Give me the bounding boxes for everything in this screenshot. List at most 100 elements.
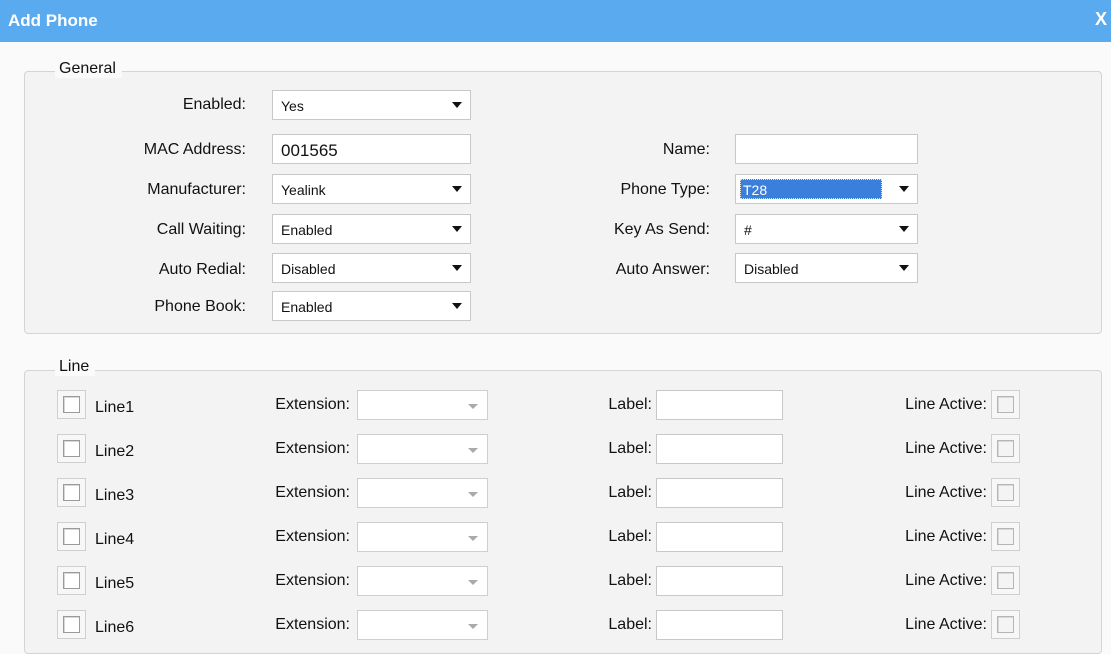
line-name-label: Line3 (95, 487, 135, 504)
auto-answer-label: Auto Answer: (615, 261, 710, 278)
label-label: Label: (608, 484, 652, 501)
label-label: Label: (608, 572, 652, 589)
dropdown-arrow-icon (899, 226, 909, 232)
auto-answer-select[interactable]: Disabled (735, 253, 918, 283)
phone-type-value: T28 (740, 179, 882, 199)
line-active-checkbox[interactable] (997, 616, 1014, 633)
line-name-label: Line6 (95, 619, 135, 636)
line-active-label: Line Active: (905, 572, 987, 589)
line-active-checkbox[interactable] (997, 572, 1014, 589)
manufacturer-select[interactable]: Yealink (272, 174, 471, 204)
extension-select[interactable] (357, 566, 488, 596)
line-enable-checkbox-wrap (57, 610, 86, 639)
line-active-label: Line Active: (905, 528, 987, 545)
line-active-checkbox-wrap (991, 610, 1020, 639)
line-active-label: Line Active: (905, 484, 987, 501)
line-enable-checkbox[interactable] (63, 484, 80, 501)
label-label: Label: (608, 440, 652, 457)
auto-redial-label: Auto Redial: (158, 261, 246, 278)
enabled-select[interactable]: Yes (272, 90, 471, 120)
manufacturer-label: Manufacturer: (147, 181, 246, 198)
line-label-field[interactable] (656, 434, 783, 464)
line-name-label: Line1 (95, 399, 135, 416)
name-label: Name: (662, 141, 710, 158)
line-active-checkbox-wrap (991, 566, 1020, 595)
dropdown-arrow-icon (468, 580, 478, 585)
line-active-checkbox[interactable] (997, 440, 1014, 457)
key-as-send-value: # (744, 222, 752, 238)
auto-redial-value: Disabled (281, 261, 336, 277)
dropdown-arrow-icon (452, 265, 462, 271)
extension-select[interactable] (357, 610, 488, 640)
mac-address-label: MAC Address: (143, 141, 246, 158)
line-enable-checkbox-wrap (57, 566, 86, 595)
mac-address-value: 001565 (281, 141, 338, 160)
extension-label: Extension: (275, 616, 350, 633)
label-label: Label: (608, 528, 652, 545)
mac-address-field[interactable]: 001565 (272, 134, 471, 164)
call-waiting-select[interactable]: Enabled (272, 214, 471, 244)
general-legend: General (55, 60, 122, 78)
key-as-send-label: Key As Send: (613, 221, 710, 238)
line-enable-checkbox[interactable] (63, 440, 80, 457)
extension-label: Extension: (275, 440, 350, 457)
line-label-field[interactable] (656, 390, 783, 420)
line-active-checkbox-wrap (991, 434, 1020, 463)
line-label-field[interactable] (656, 478, 783, 508)
line-active-label: Line Active: (905, 440, 987, 457)
extension-select[interactable] (357, 478, 488, 508)
line-active-label: Line Active: (905, 616, 987, 633)
dropdown-arrow-icon (899, 186, 909, 192)
line-active-checkbox-wrap (991, 390, 1020, 419)
line-active-checkbox-wrap (991, 522, 1020, 551)
line-name-label: Line5 (95, 575, 135, 592)
enabled-label: Enabled: (182, 96, 246, 113)
line-name-label: Line2 (95, 443, 135, 460)
line-label-field[interactable] (656, 522, 783, 552)
line-active-checkbox[interactable] (997, 528, 1014, 545)
auto-redial-select[interactable]: Disabled (272, 253, 471, 283)
manufacturer-value: Yealink (281, 182, 326, 198)
extension-label: Extension: (275, 484, 350, 501)
dropdown-arrow-icon (452, 226, 462, 232)
label-label: Label: (608, 396, 652, 413)
line-label-field[interactable] (656, 610, 783, 640)
line-enable-checkbox[interactable] (63, 572, 80, 589)
phone-type-select[interactable]: T28 (735, 174, 918, 204)
line-enable-checkbox-wrap (57, 434, 86, 463)
extension-select[interactable] (357, 434, 488, 464)
dropdown-arrow-icon (468, 624, 478, 629)
dropdown-arrow-icon (468, 404, 478, 409)
phone-type-label: Phone Type: (620, 181, 710, 198)
phone-book-value: Enabled (281, 299, 333, 315)
line-label-field[interactable] (656, 566, 783, 596)
line-active-label: Line Active: (905, 396, 987, 413)
line-active-checkbox[interactable] (997, 484, 1014, 501)
dropdown-arrow-icon (452, 102, 462, 108)
dropdown-arrow-icon (452, 303, 462, 309)
line-enable-checkbox-wrap (57, 390, 86, 419)
phone-book-select[interactable]: Enabled (272, 291, 471, 321)
line-active-checkbox-wrap (991, 478, 1020, 507)
line-name-label: Line4 (95, 531, 135, 548)
call-waiting-value: Enabled (281, 222, 333, 238)
dropdown-arrow-icon (452, 186, 462, 192)
extension-label: Extension: (275, 528, 350, 545)
auto-answer-value: Disabled (744, 261, 799, 277)
line-enable-checkbox[interactable] (63, 396, 80, 413)
line-enable-checkbox[interactable] (63, 616, 80, 633)
dropdown-arrow-icon (468, 536, 478, 541)
dialog-title: Add Phone (8, 11, 98, 30)
line-legend: Line (55, 358, 96, 376)
name-field[interactable] (735, 134, 918, 164)
line-enable-checkbox[interactable] (63, 528, 80, 545)
call-waiting-label: Call Waiting: (156, 221, 246, 238)
extension-select[interactable] (357, 390, 488, 420)
extension-select[interactable] (357, 522, 488, 552)
label-label: Label: (608, 616, 652, 633)
dropdown-arrow-icon (899, 265, 909, 271)
extension-label: Extension: (275, 572, 350, 589)
key-as-send-select[interactable]: # (735, 214, 918, 244)
line-active-checkbox[interactable] (997, 396, 1014, 413)
close-button[interactable]: X (1095, 9, 1107, 30)
